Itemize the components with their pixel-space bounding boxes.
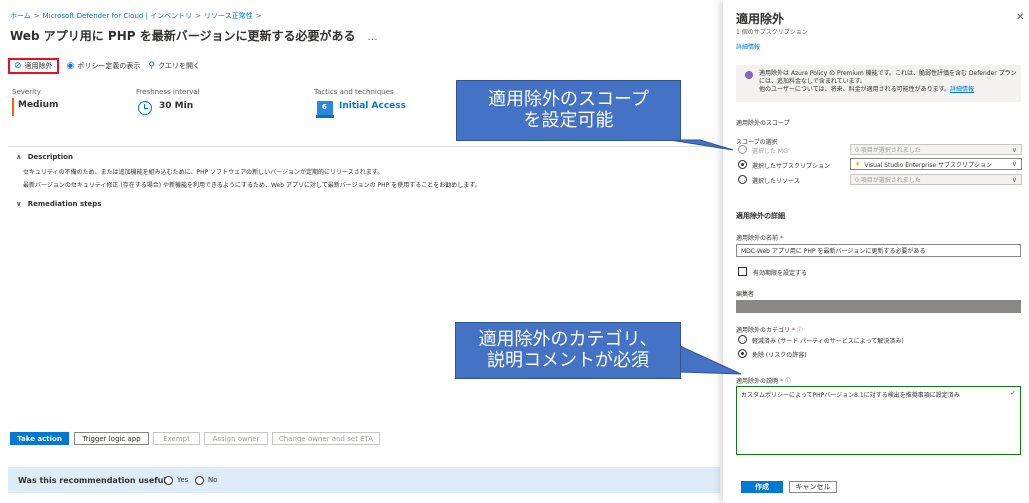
callout-pointers — [669, 139, 742, 375]
scope-callout-pointer — [669, 139, 734, 151]
category-callout-pointer — [679, 345, 742, 375]
category-callout-line-1: 適用除外のカテゴリ、 — [478, 328, 658, 350]
category-callout: 適用除外のカテゴリ、 説明コメントが必須 — [455, 322, 681, 379]
scope-callout: 適用除外のスコープ を設定可能 — [456, 80, 681, 141]
category-callout-line-2: 説明コメントが必須 — [487, 349, 649, 371]
scope-callout-line-1: 適用除外のスコープ — [488, 88, 649, 110]
scope-callout-line-2: を設定可能 — [523, 109, 614, 131]
